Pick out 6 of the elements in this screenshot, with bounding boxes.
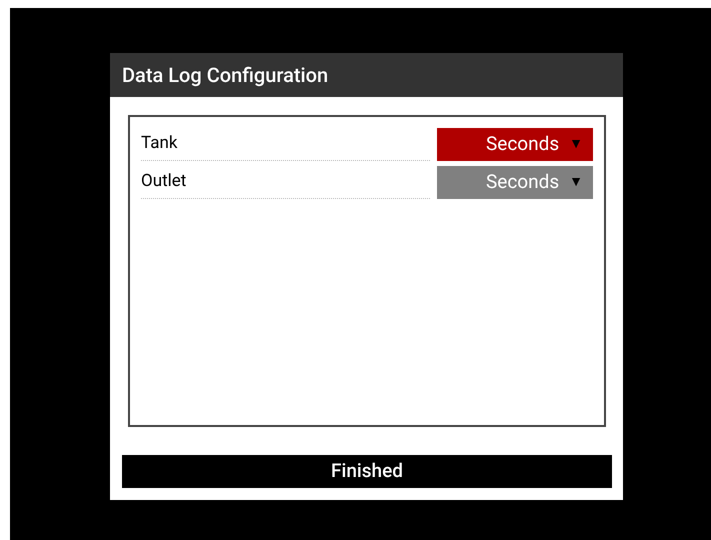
dialog-title: Data Log Configuration <box>122 62 328 89</box>
dropdown[interactable]: Seconds ▼ <box>437 128 593 161</box>
dropdown[interactable]: Seconds ▼ <box>437 166 593 199</box>
finished-button[interactable]: Finished <box>122 455 612 488</box>
row-label: Tank <box>141 132 178 156</box>
row-label: Outlet <box>141 170 186 194</box>
